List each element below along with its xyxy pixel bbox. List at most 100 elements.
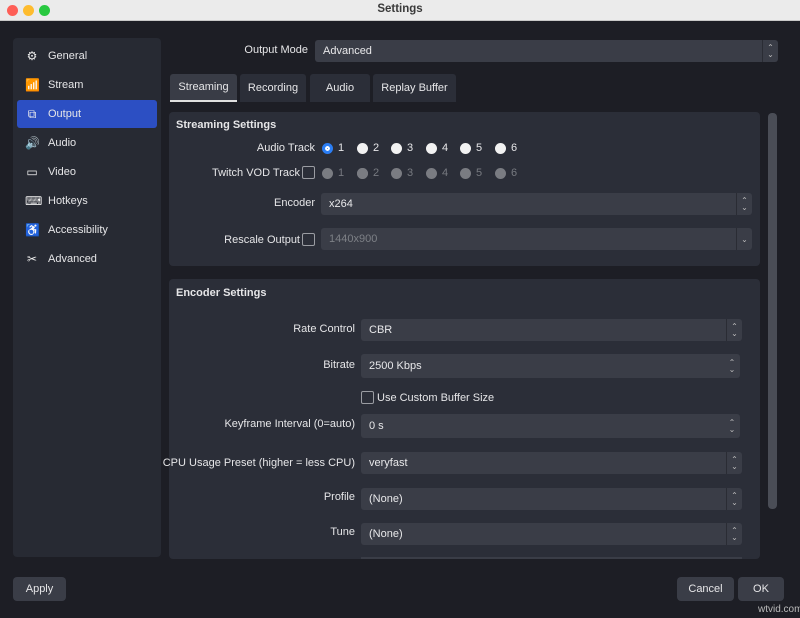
- keyframe-interval-value: 0 s: [369, 420, 384, 432]
- audio-track-radio-label: 6: [511, 142, 517, 154]
- rescale-output-label: Rescale Output: [224, 234, 300, 246]
- twitch-vod-label: Twitch VOD Track: [212, 167, 300, 179]
- ok-button[interactable]: OK: [738, 577, 784, 601]
- sidebar-item-stream[interactable]: 📶 Stream: [17, 71, 157, 99]
- sidebar-item-output[interactable]: ⧉ Output: [17, 100, 157, 128]
- audio-track-radio-1[interactable]: [322, 143, 333, 154]
- twitch-vod-radio-4: [426, 168, 437, 179]
- antenna-icon: 📶: [25, 78, 39, 92]
- audio-track-radio-3[interactable]: [391, 143, 402, 154]
- profile-label: Profile: [324, 491, 355, 503]
- bitrate-label: Bitrate: [323, 359, 355, 371]
- sidebar-item-label: General: [48, 50, 87, 62]
- sidebar-item-video[interactable]: ▭ Video: [17, 158, 157, 186]
- sidebar-item-hotkeys[interactable]: ⌨ Hotkeys: [17, 187, 157, 215]
- output-mode-select[interactable]: Advanced ⌃⌄: [315, 40, 778, 62]
- tab-audio[interactable]: Audio: [310, 74, 370, 102]
- audio-track-radio-label: 4: [442, 142, 448, 154]
- twitch-vod-radio-label: 3: [407, 167, 413, 179]
- sidebar-item-label: Output: [48, 108, 81, 120]
- chevron-updown-icon: ⌃⌄: [726, 523, 742, 545]
- twitch-vod-radio-label: 2: [373, 167, 379, 179]
- chevron-updown-icon: ⌃⌄: [726, 452, 742, 474]
- output-icon: ⧉: [25, 107, 39, 122]
- accessibility-icon: ♿: [25, 223, 39, 237]
- twitch-vod-radio-2: [357, 168, 368, 179]
- audio-track-radio-4[interactable]: [426, 143, 437, 154]
- window-title: Settings: [0, 3, 800, 15]
- sidebar: ⚙ General 📶 Stream ⧉ Output 🔊 Audio ▭ Video ⌨ Hotke…: [13, 38, 161, 557]
- encoder-value: x264: [329, 198, 353, 210]
- audio-track-label: Audio Track: [257, 142, 315, 154]
- sidebar-item-audio[interactable]: 🔊 Audio: [17, 129, 157, 157]
- sidebar-item-label: Advanced: [48, 253, 97, 265]
- keyboard-icon: ⌨: [25, 194, 39, 208]
- sidebar-item-label: Hotkeys: [48, 195, 88, 207]
- chevron-updown-icon: ⌃⌄: [726, 319, 742, 341]
- tab-streaming[interactable]: Streaming: [170, 74, 237, 102]
- tune-select[interactable]: (None) ⌃⌄: [361, 523, 742, 545]
- audio-track-radio-5[interactable]: [460, 143, 471, 154]
- audio-track-radio-6[interactable]: [495, 143, 506, 154]
- bitrate-spinbox[interactable]: 2500 Kbps ⌃⌄: [361, 354, 740, 378]
- encoder-label: Encoder: [274, 197, 315, 209]
- watermark: wtvid.com: [758, 604, 800, 615]
- gear-icon: ⚙: [25, 49, 39, 63]
- tab-recording[interactable]: Recording: [240, 74, 306, 102]
- encoder-settings-title: Encoder Settings: [176, 287, 266, 299]
- tab-replay-buffer[interactable]: Replay Buffer: [373, 74, 456, 102]
- cpu-preset-value: veryfast: [369, 457, 408, 469]
- custom-buffer-checkbox[interactable]: [361, 391, 374, 404]
- sidebar-item-general[interactable]: ⚙ General: [17, 42, 157, 70]
- rate-control-label: Rate Control: [293, 323, 355, 335]
- rescale-output-checkbox[interactable]: [302, 233, 315, 246]
- output-mode-value: Advanced: [323, 45, 372, 57]
- twitch-vod-radio-1: [322, 168, 333, 179]
- chevron-updown-icon: ⌃⌄: [726, 488, 742, 510]
- tune-label: Tune: [330, 526, 355, 538]
- twitch-vod-radio-6: [495, 168, 506, 179]
- twitch-vod-checkbox[interactable]: [302, 166, 315, 179]
- streaming-settings-title: Streaming Settings: [176, 119, 276, 131]
- tools-icon: ✂: [25, 252, 39, 266]
- scrollbar[interactable]: [768, 113, 777, 509]
- chevron-updown-icon: ⌃⌄: [736, 193, 752, 215]
- sidebar-item-advanced[interactable]: ✂ Advanced: [17, 245, 157, 273]
- cancel-button[interactable]: Cancel: [677, 577, 734, 601]
- twitch-vod-radio-5: [460, 168, 471, 179]
- profile-select[interactable]: (None) ⌃⌄: [361, 488, 742, 510]
- cut-off-field: [361, 557, 742, 559]
- output-mode-label: Output Mode: [244, 44, 308, 56]
- cpu-preset-label: CPU Usage Preset (higher = less CPU): [163, 457, 355, 469]
- audio-track-radio-label: 1: [338, 142, 344, 154]
- chevron-updown-icon: ⌃⌄: [762, 40, 778, 62]
- keyframe-interval-label: Keyframe Interval (0=auto): [224, 418, 355, 430]
- title-bar: Settings: [0, 0, 800, 21]
- sidebar-item-label: Video: [48, 166, 76, 178]
- rescale-output-select[interactable]: 1440x900 ⌄: [321, 228, 752, 250]
- sidebar-item-label: Audio: [48, 137, 76, 149]
- encoder-select[interactable]: x264 ⌃⌄: [321, 193, 752, 215]
- cpu-preset-select[interactable]: veryfast ⌃⌄: [361, 452, 742, 474]
- spin-arrows-icon[interactable]: ⌃⌄: [724, 354, 740, 378]
- speaker-icon: 🔊: [25, 136, 39, 150]
- audio-track-radio-2[interactable]: [357, 143, 368, 154]
- twitch-vod-radio-label: 6: [511, 167, 517, 179]
- spin-arrows-icon[interactable]: ⌃⌄: [724, 414, 740, 438]
- sidebar-item-label: Stream: [48, 79, 83, 91]
- chevron-down-icon: ⌄: [736, 228, 752, 250]
- audio-track-radio-label: 5: [476, 142, 482, 154]
- rescale-output-value: 1440x900: [329, 233, 377, 245]
- monitor-icon: ▭: [25, 165, 39, 179]
- rate-control-value: CBR: [369, 324, 392, 336]
- bitrate-value: 2500 Kbps: [369, 360, 422, 372]
- audio-track-radio-label: 2: [373, 142, 379, 154]
- twitch-vod-radio-label: 5: [476, 167, 482, 179]
- twitch-vod-radio-label: 1: [338, 167, 344, 179]
- audio-track-radio-label: 3: [407, 142, 413, 154]
- sidebar-item-label: Accessibility: [48, 224, 108, 236]
- apply-button[interactable]: Apply: [13, 577, 66, 601]
- sidebar-item-accessibility[interactable]: ♿ Accessibility: [17, 216, 157, 244]
- keyframe-interval-spinbox[interactable]: 0 s ⌃⌄: [361, 414, 740, 438]
- rate-control-select[interactable]: CBR ⌃⌄: [361, 319, 742, 341]
